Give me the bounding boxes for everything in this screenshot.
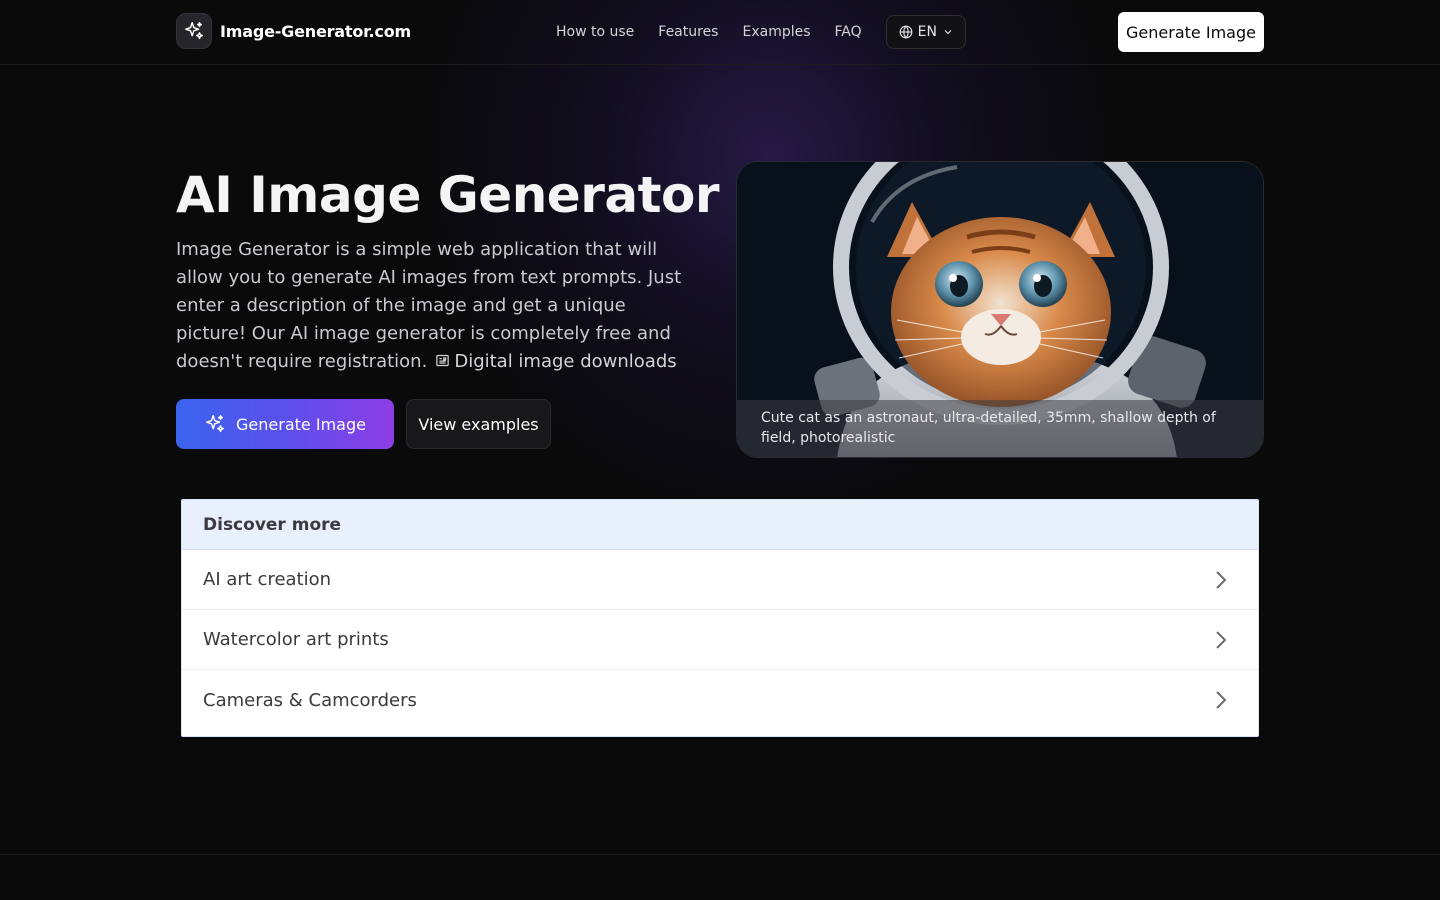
globe-icon <box>899 25 913 39</box>
download-link[interactable]: Digital image downloads <box>435 351 677 372</box>
hero-description: Image Generator is a simple web applicat… <box>176 236 696 376</box>
main-nav: How to use Features Examples FAQ EN <box>556 15 966 49</box>
brand-name: Image-Generator.com <box>220 21 411 41</box>
hero-example-image: Cute cat as an astronaut, ultra-detailed… <box>736 161 1264 458</box>
document-icon <box>436 354 450 366</box>
generate-image-label: Generate Image <box>236 414 366 434</box>
language-label: EN <box>917 24 937 40</box>
nav-how-to-use[interactable]: How to use <box>556 15 634 49</box>
discover-item-ai-art[interactable]: AI art creation <box>182 550 1258 610</box>
image-caption: Cute cat as an astronaut, ultra-detailed… <box>737 400 1263 457</box>
chevron-right-icon <box>1216 691 1227 709</box>
discover-item-cameras[interactable]: Cameras & Camcorders <box>182 670 1258 730</box>
brand[interactable]: Image-Generator.com <box>176 13 411 49</box>
header-generate-button[interactable]: Generate Image <box>1118 12 1264 52</box>
nav-examples[interactable]: Examples <box>742 15 810 49</box>
nav-faq[interactable]: FAQ <box>835 15 862 49</box>
chevron-down-icon <box>944 30 952 35</box>
discover-item-label: Watercolor art prints <box>203 629 389 650</box>
chevron-right-icon <box>1216 570 1227 589</box>
discover-item-watercolor[interactable]: Watercolor art prints <box>182 610 1258 670</box>
page-title: AI Image Generator <box>176 166 720 224</box>
discover-more-panel: Discover more AI art creation Watercolor… <box>181 499 1259 737</box>
chevron-right-icon <box>1216 630 1227 649</box>
nav-features[interactable]: Features <box>658 15 718 49</box>
discover-item-label: Cameras & Camcorders <box>203 689 417 711</box>
language-selector[interactable]: EN <box>885 15 966 49</box>
view-examples-button[interactable]: View examples <box>406 399 551 449</box>
site-header: Image-Generator.com How to use Features … <box>0 0 1440 65</box>
sparkles-icon <box>176 13 212 49</box>
download-link-label: Digital image downloads <box>454 351 677 372</box>
sparkles-icon <box>206 415 225 433</box>
discover-heading: Discover more <box>182 500 1258 550</box>
discover-item-label: AI art creation <box>203 569 332 590</box>
generate-image-button[interactable]: Generate Image <box>176 399 394 449</box>
footer-divider <box>0 854 1440 855</box>
